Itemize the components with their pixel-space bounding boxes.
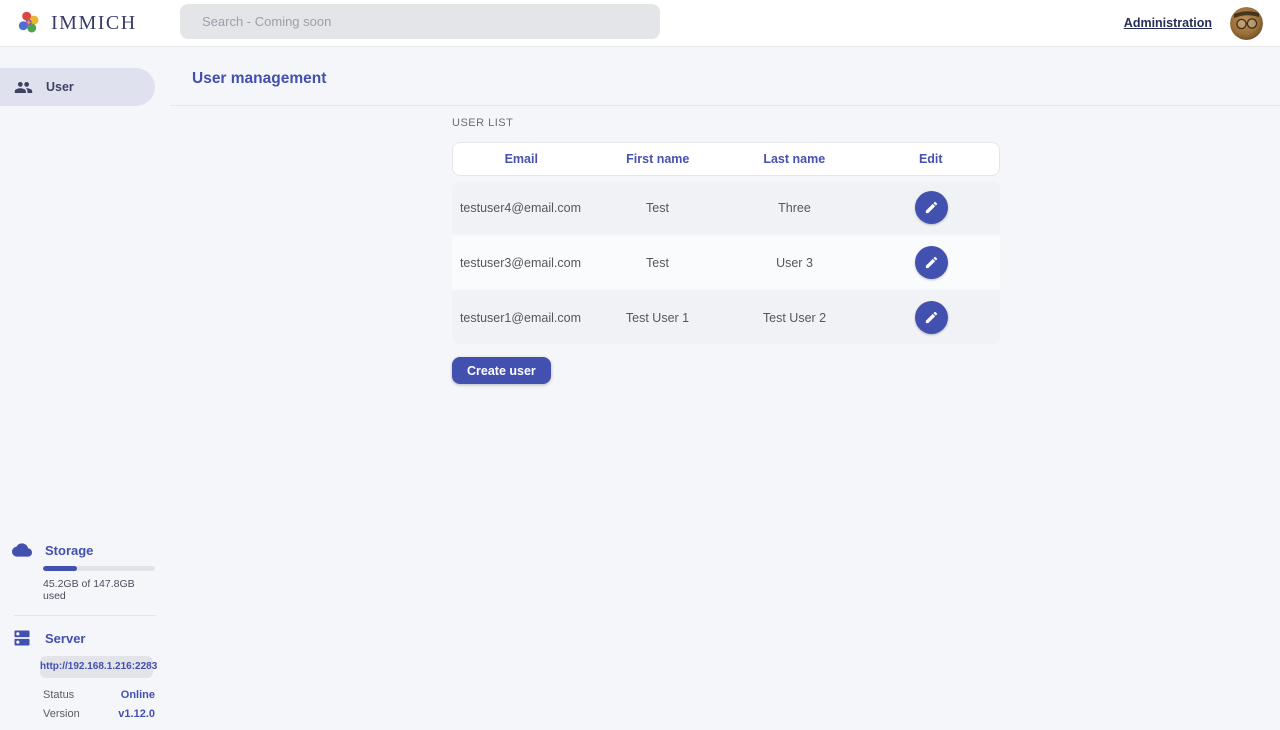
cell-email: testuser1@email.com: [452, 311, 589, 325]
sidebar-footer: Storage 45.2GB of 147.8GB used Server: [0, 540, 170, 720]
user-table: Email First name Last name Edit testuser…: [452, 142, 1000, 344]
immich-logo-icon: [16, 10, 43, 37]
storage-progress-bar: [43, 566, 155, 571]
storage-panel: Storage 45.2GB of 147.8GB used: [0, 540, 170, 602]
table-header-row: Email First name Last name Edit: [452, 142, 1000, 176]
sidebar: User Storage 45.2GB of 147.8GB used: [0, 47, 170, 730]
server-status-value: Online: [121, 689, 155, 701]
create-user-button[interactable]: Create user: [452, 357, 551, 384]
column-header-edit: Edit: [863, 152, 1000, 166]
sidebar-item-label: User: [46, 80, 74, 94]
user-group-icon: [14, 78, 33, 97]
edit-user-button[interactable]: [915, 191, 948, 224]
storage-progress-fill: [43, 566, 77, 571]
search-input[interactable]: [180, 4, 660, 39]
table-row: testuser3@email.com Test User 3: [452, 236, 1000, 289]
pencil-icon: [924, 310, 939, 325]
cell-last-name: Three: [726, 201, 863, 215]
top-bar: IMMICH Administration: [0, 0, 1280, 47]
server-panel: Server http://192.168.1.216:2283 Status …: [0, 628, 170, 720]
server-url: http://192.168.1.216:2283: [40, 656, 153, 678]
column-header-last-name: Last name: [726, 152, 863, 166]
column-header-email: Email: [453, 152, 590, 166]
administration-link[interactable]: Administration: [1124, 16, 1212, 30]
table-row: testuser1@email.com Test User 1 Test Use…: [452, 291, 1000, 344]
table-body: testuser4@email.com Test Three te: [452, 181, 1000, 344]
pencil-icon: [924, 200, 939, 215]
avatar-photo-icon: [1230, 7, 1263, 40]
column-header-first-name: First name: [590, 152, 727, 166]
page-title: User management: [192, 70, 1280, 88]
cloud-icon: [12, 540, 32, 560]
pencil-icon: [924, 255, 939, 270]
cell-first-name: Test User 1: [589, 311, 726, 325]
cell-email: testuser3@email.com: [452, 256, 589, 270]
sidebar-nav: User: [0, 68, 170, 106]
server-status-label: Status: [43, 689, 74, 701]
storage-title: Storage: [45, 543, 93, 558]
edit-user-button[interactable]: [915, 246, 948, 279]
edit-user-button[interactable]: [915, 301, 948, 334]
table-row: testuser4@email.com Test Three: [452, 181, 1000, 234]
cell-last-name: Test User 2: [726, 311, 863, 325]
brand[interactable]: IMMICH: [0, 10, 170, 37]
cell-first-name: Test: [589, 201, 726, 215]
cell-email: testuser4@email.com: [452, 201, 589, 215]
page-header: User management: [170, 47, 1280, 106]
server-icon: [12, 628, 32, 648]
main-content: User management USER LIST Email First na…: [170, 47, 1280, 730]
server-title: Server: [45, 631, 85, 646]
cell-first-name: Test: [589, 256, 726, 270]
server-version-label: Version: [43, 708, 80, 720]
cell-last-name: User 3: [726, 256, 863, 270]
top-bar-right: Administration: [1124, 7, 1280, 40]
storage-usage-text: 45.2GB of 147.8GB used: [43, 578, 155, 602]
server-version-value: v1.12.0: [118, 708, 155, 720]
sidebar-item-user[interactable]: User: [0, 68, 155, 106]
brand-name: IMMICH: [51, 12, 137, 35]
sidebar-divider: [14, 615, 156, 616]
user-avatar[interactable]: [1230, 7, 1263, 40]
section-label: USER LIST: [452, 117, 1000, 129]
